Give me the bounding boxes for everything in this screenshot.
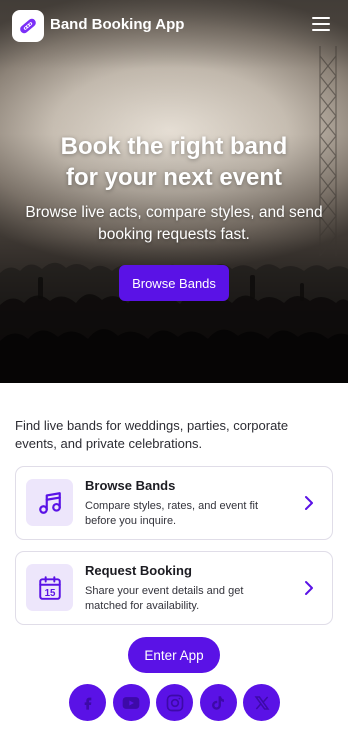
card-title: Browse Bands bbox=[85, 478, 176, 493]
guitar-pick-icon bbox=[12, 10, 44, 42]
chevron-right-icon bbox=[305, 581, 313, 595]
app-title: Band Booking App bbox=[50, 16, 185, 33]
intro-text: Find live bands for weddings, parties, c… bbox=[15, 417, 335, 453]
request-booking-card[interactable]: 15 Request Booking Share your event deta… bbox=[15, 551, 333, 625]
enter-app-button[interactable]: Enter App bbox=[128, 637, 220, 673]
tiktok-icon[interactable] bbox=[199, 684, 237, 721]
music-note-icon bbox=[26, 479, 73, 526]
intro-line-2: events, and private celebrations. bbox=[15, 436, 203, 451]
facebook-icon[interactable] bbox=[69, 684, 106, 721]
social-links bbox=[69, 684, 281, 722]
app-logo-icon bbox=[20, 18, 36, 34]
hero-subtitle: Browse live acts, compare styles, and se… bbox=[14, 202, 334, 246]
card-title: Request Booking bbox=[85, 563, 192, 578]
instagram-icon[interactable] bbox=[156, 684, 193, 721]
card-description-line: Compare styles, rates, and event fit bbox=[85, 500, 259, 512]
card-description-line: before you inquire. bbox=[85, 515, 177, 527]
intro-line-1: Find live bands for weddings, parties, c… bbox=[15, 418, 289, 433]
card-description: Compare styles, rates, and event fit bef… bbox=[85, 499, 285, 529]
hero-section: Band Booking App Book the right band for… bbox=[0, 0, 348, 383]
calendar-icon: 15 bbox=[26, 564, 73, 611]
x-icon[interactable] bbox=[243, 684, 280, 721]
card-description: Share your event details and get matched… bbox=[85, 584, 285, 614]
youtube-icon[interactable] bbox=[112, 684, 150, 721]
calendar-day-number: 15 bbox=[44, 587, 55, 598]
top-navigation-bar: Band Booking App bbox=[0, 0, 348, 52]
hero-title-line-1: Book the right band bbox=[60, 133, 288, 160]
card-description-line: matched for availability. bbox=[85, 600, 200, 612]
hero-title-line-2: for your next event bbox=[65, 164, 283, 191]
hero-subtitle-line-1: Browse live acts, compare styles, and se… bbox=[25, 204, 323, 221]
hero-subtitle-line-2: booking requests fast. bbox=[98, 226, 250, 243]
hero-title: Book the right band for your next event bbox=[0, 131, 348, 193]
chevron-right-icon bbox=[305, 496, 313, 510]
hamburger-menu-icon[interactable] bbox=[312, 17, 330, 33]
card-description-line: Share your event details and get bbox=[85, 585, 244, 597]
browse-bands-button[interactable]: Browse Bands bbox=[119, 265, 229, 301]
browse-bands-card[interactable]: Browse Bands Compare styles, rates, and … bbox=[15, 466, 333, 540]
